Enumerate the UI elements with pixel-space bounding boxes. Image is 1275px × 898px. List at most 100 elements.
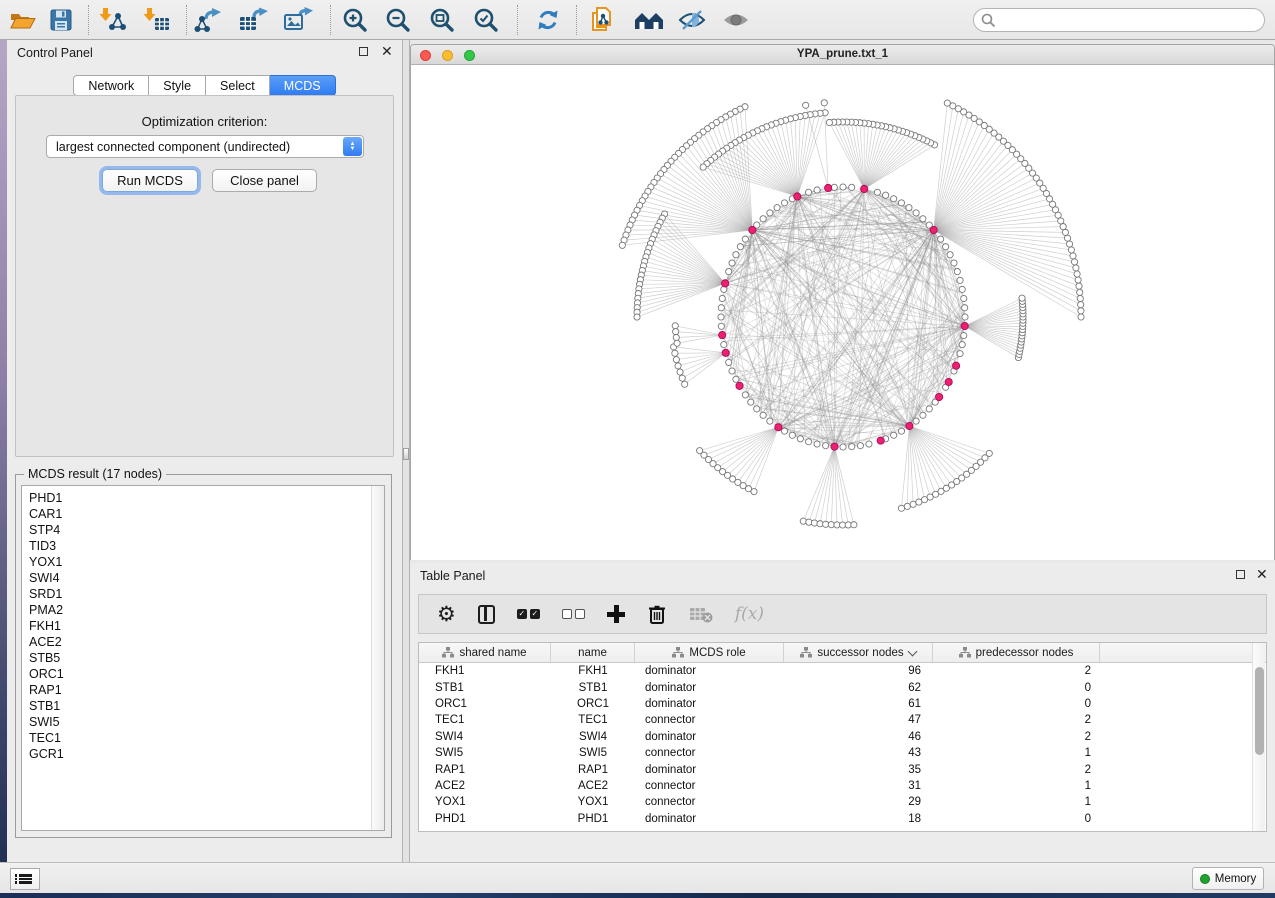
table-cell[interactable]: TEC1 (419, 714, 551, 726)
table-cell[interactable]: dominator (635, 698, 784, 710)
table-cell[interactable]: connector (635, 747, 784, 759)
network-leaf-node[interactable] (1019, 295, 1025, 301)
network-node[interactable] (957, 351, 963, 357)
table-cell[interactable]: 31 (784, 780, 933, 792)
network-node[interactable] (962, 314, 968, 320)
table-cell[interactable]: 1 (933, 796, 1100, 808)
table-cell[interactable]: TEC1 (551, 714, 635, 726)
mcds-hub-node[interactable] (719, 331, 726, 338)
table-row[interactable]: STB1STB1dominator620 (419, 679, 1266, 695)
result-item[interactable]: STB1 (22, 698, 384, 714)
mcds-hub-node[interactable] (722, 280, 729, 287)
network-node[interactable] (718, 314, 724, 320)
network-leaf-node[interactable] (898, 505, 904, 511)
network-leaf-node[interactable] (944, 100, 950, 106)
network-node[interactable] (874, 189, 880, 195)
zoom-in-icon[interactable] (340, 6, 370, 34)
network-node[interactable] (729, 368, 735, 374)
network-leaf-node[interactable] (1062, 229, 1068, 235)
export-image-icon[interactable] (283, 6, 313, 34)
network-node[interactable] (733, 252, 739, 258)
table-row[interactable]: ACE2ACE2connector311 (419, 778, 1266, 794)
network-leaf-node[interactable] (986, 450, 992, 456)
table-cell[interactable]: 2 (933, 714, 1100, 726)
network-node[interactable] (906, 205, 912, 211)
mcds-hub-node[interactable] (794, 193, 801, 200)
table-cell[interactable]: YOX1 (419, 796, 551, 808)
network-node[interactable] (718, 305, 724, 311)
table-cell[interactable]: dominator (635, 731, 784, 743)
criterion-dropdown[interactable]: largest connected component (undirected)… (46, 135, 364, 158)
task-history-button[interactable] (10, 868, 40, 890)
table-row[interactable]: FKH1FKH1dominator962 (419, 663, 1266, 679)
network-leaf-node[interactable] (673, 329, 679, 335)
table-cell[interactable]: SWI5 (551, 747, 635, 759)
tab-style[interactable]: Style (149, 75, 206, 96)
network-node[interactable] (891, 432, 897, 438)
network-node[interactable] (938, 236, 944, 242)
network-leaf-node[interactable] (619, 242, 625, 248)
network-leaf-node[interactable] (1076, 283, 1082, 289)
result-item[interactable]: PHD1 (22, 490, 384, 506)
show-columns-icon[interactable] (478, 601, 495, 627)
table-cell[interactable]: 0 (933, 813, 1100, 825)
table-cell[interactable]: PHD1 (419, 813, 551, 825)
table-cell[interactable]: FKH1 (551, 665, 635, 677)
mcds-hub-node[interactable] (936, 393, 943, 400)
column-header-MCDS-role[interactable]: MCDS role (635, 643, 784, 662)
table-cell[interactable]: 0 (933, 682, 1100, 694)
table-cell[interactable]: 96 (784, 665, 933, 677)
network-leaf-node[interactable] (910, 501, 916, 507)
network-node[interactable] (840, 444, 846, 450)
network-node[interactable] (767, 210, 773, 216)
mcds-hub-node[interactable] (906, 422, 913, 429)
network-leaf-node[interactable] (751, 489, 757, 495)
network-leaf-node[interactable] (1077, 295, 1083, 301)
network-leaf-node[interactable] (904, 503, 910, 509)
network-overview-icon[interactable] (633, 6, 663, 34)
mcds-hub-node[interactable] (861, 185, 868, 192)
network-node[interactable] (959, 286, 965, 292)
network-graph[interactable] (411, 65, 1274, 560)
result-item[interactable]: GCR1 (22, 746, 384, 762)
network-node[interactable] (849, 444, 855, 450)
network-node[interactable] (891, 196, 897, 202)
network-leaf-node[interactable] (1064, 235, 1070, 241)
mcds-hub-node[interactable] (961, 322, 968, 329)
mcds-hub-node[interactable] (953, 362, 960, 369)
network-leaf-node[interactable] (674, 340, 680, 346)
result-item[interactable]: CAR1 (22, 506, 384, 522)
save-icon[interactable] (46, 6, 76, 34)
table-cell[interactable]: 1 (933, 747, 1100, 759)
table-cell[interactable]: STB1 (419, 682, 551, 694)
network-node[interactable] (926, 406, 932, 412)
search-input[interactable] (973, 8, 1265, 32)
network-leaf-node[interactable] (851, 522, 857, 528)
network-leaf-node[interactable] (675, 363, 681, 369)
network-leaf-node[interactable] (700, 164, 706, 170)
zoom-selected-icon[interactable] (471, 6, 501, 34)
tab-mcds[interactable]: MCDS (270, 75, 336, 96)
network-node[interactable] (866, 441, 872, 447)
network-leaf-node[interactable] (803, 102, 809, 108)
memory-button[interactable]: Memory (1192, 867, 1264, 890)
result-item[interactable]: STB5 (22, 650, 384, 666)
table-cell[interactable]: STB1 (551, 682, 635, 694)
network-node[interactable] (957, 277, 963, 283)
network-node[interactable] (951, 260, 957, 266)
open-folder-icon[interactable] (8, 6, 38, 34)
table-cell[interactable]: 1 (933, 780, 1100, 792)
select-all-columns-icon[interactable]: ✓✓ (517, 601, 540, 627)
network-node[interactable] (943, 244, 949, 250)
network-node[interactable] (913, 418, 919, 424)
result-item[interactable]: PMA2 (22, 602, 384, 618)
network-leaf-node[interactable] (821, 100, 827, 106)
splitter-handle-icon[interactable] (403, 448, 409, 460)
mcds-hub-node[interactable] (736, 382, 743, 389)
network-leaf-node[interactable] (673, 356, 679, 362)
result-item[interactable]: ORC1 (22, 666, 384, 682)
table-row[interactable]: PHD1PHD1dominator180 (419, 811, 1266, 827)
result-scrollbar[interactable] (371, 486, 384, 830)
network-node[interactable] (961, 332, 967, 338)
column-header-shared-name[interactable]: shared name (419, 643, 551, 662)
